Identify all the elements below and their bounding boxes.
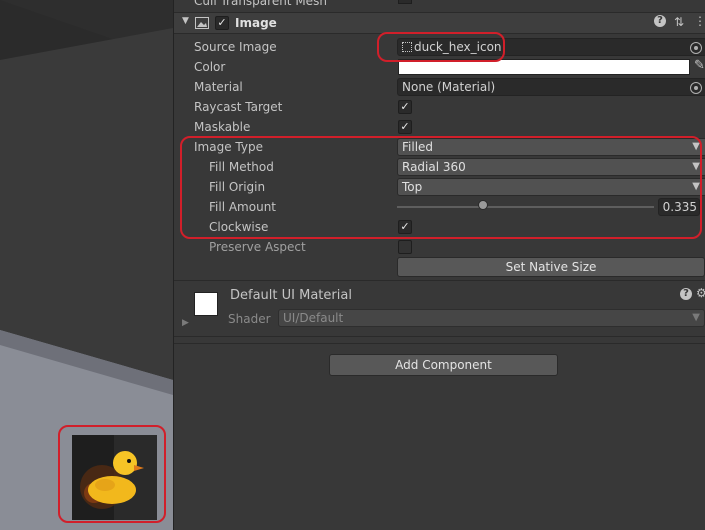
shader-dropdown[interactable]: UI/Default ▼ [278, 309, 705, 327]
section-divider [174, 336, 705, 337]
foldout-arrow-icon[interactable]: ▼ [182, 16, 189, 26]
color-label: Color [194, 60, 226, 74]
source-image-label: Source Image [194, 40, 277, 54]
maskable-checkbox[interactable]: ✓ [398, 120, 412, 134]
material-preview-swatch [194, 292, 218, 316]
presets-icon[interactable]: ⇅ [674, 15, 684, 29]
preserve-aspect-label: Preserve Aspect [209, 240, 306, 254]
help-icon[interactable]: ? [680, 288, 692, 300]
raycast-target-label: Raycast Target [194, 100, 283, 114]
component-enabled-checkbox[interactable]: ✓ [215, 16, 229, 30]
scene-view[interactable] [0, 0, 173, 530]
object-picker-icon[interactable] [690, 42, 702, 54]
preserve-aspect-checkbox[interactable] [398, 240, 412, 254]
row-maskable: Maskable ✓ [174, 117, 705, 137]
add-component-button[interactable]: Add Component [329, 354, 558, 376]
help-icon[interactable]: ? [654, 15, 666, 27]
material-value: None (Material) [402, 80, 496, 94]
material-field[interactable]: None (Material) [397, 78, 705, 96]
cull-transparent-mesh-label: Cull Transparent Mesh [194, 0, 327, 8]
shader-value: UI/Default [283, 311, 344, 325]
source-image-highlight [377, 32, 505, 62]
raycast-target-checkbox[interactable]: ✓ [398, 100, 412, 114]
row-material: Material None (Material) [174, 77, 705, 97]
eyedropper-icon[interactable]: ✎ [694, 58, 705, 73]
more-options-icon[interactable]: ⋮ [694, 14, 705, 28]
row-raycast-target: Raycast Target ✓ [174, 97, 705, 117]
material-title: Default UI Material [230, 288, 352, 303]
component-title: Image [235, 16, 277, 30]
chevron-down-icon: ▼ [692, 312, 700, 323]
cull-transparent-mesh-checkbox[interactable] [398, 0, 412, 4]
section-divider [174, 343, 705, 344]
shader-label: Shader [228, 312, 271, 326]
image-component-header[interactable]: ▼ ✓ Image ? ⇅ ⋮ [174, 12, 705, 34]
settings-icon[interactable]: ⚙ [696, 286, 705, 300]
row-preserve-aspect: Preserve Aspect [174, 237, 705, 257]
section-divider [174, 280, 705, 281]
inspector-panel: Cull Transparent Mesh ▼ ✓ Image ? ⇅ ⋮ So… [173, 0, 705, 530]
material-label: Material [194, 80, 243, 94]
image-component-icon [195, 17, 209, 29]
fill-settings-highlight [180, 136, 702, 239]
thumbnail-highlight [58, 425, 166, 523]
maskable-label: Maskable [194, 120, 251, 134]
set-native-size-button[interactable]: Set Native Size [397, 257, 705, 277]
foldout-arrow-icon[interactable]: ▶ [182, 318, 189, 328]
object-picker-icon[interactable] [690, 82, 702, 94]
